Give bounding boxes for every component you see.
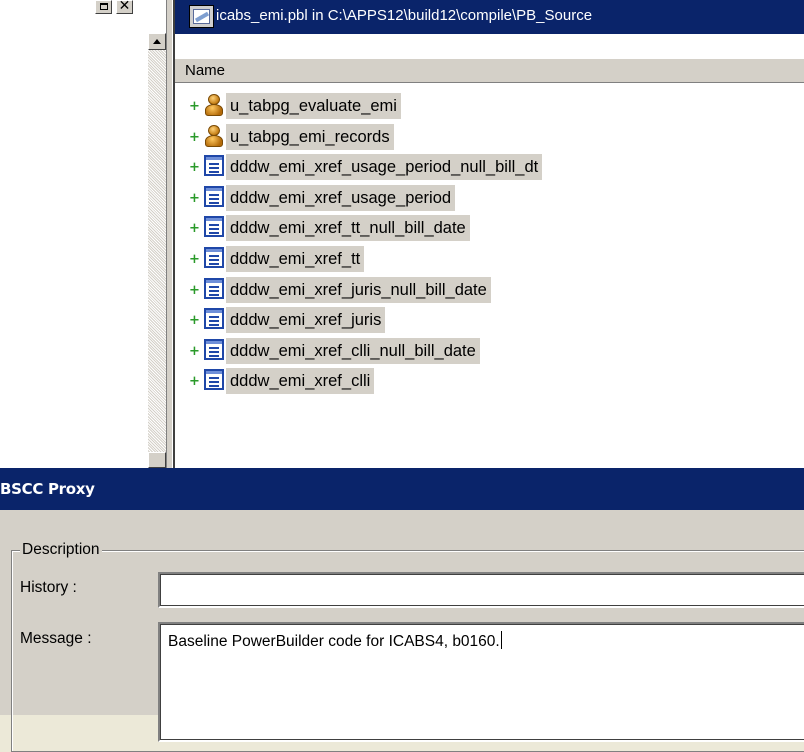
list-item[interactable]: + dddw_emi_xref_usage_period_null_bill_dt <box>175 151 804 181</box>
left-pane-topbar <box>0 0 166 12</box>
history-field[interactable] <box>158 572 804 608</box>
close-icon: ✕ <box>118 0 131 14</box>
list-item[interactable]: + dddw_emi_xref_clli <box>175 365 804 395</box>
object-name: dddw_emi_xref_tt <box>226 246 365 272</box>
text-caret <box>500 631 502 649</box>
expand-icon[interactable]: + <box>189 222 200 235</box>
left-tree-pane[interactable]: ✕ <box>0 0 166 468</box>
object-name: dddw_emi_xref_tt_null_bill_date <box>226 215 470 241</box>
expand-icon[interactable]: + <box>189 253 200 266</box>
description-group-label: Description <box>20 540 102 560</box>
maximize-icon <box>100 3 108 10</box>
datawindow-icon <box>203 338 225 362</box>
message-label: Message : <box>20 630 92 647</box>
arrow-up-icon <box>153 39 161 44</box>
column-header-label: Name <box>185 62 226 79</box>
list-item[interactable]: + u_tabpg_evaluate_emi <box>175 90 804 120</box>
expand-icon[interactable]: + <box>189 375 200 388</box>
expand-icon[interactable]: + <box>189 345 200 358</box>
list-item[interactable]: + dddw_emi_xref_tt_null_bill_date <box>175 212 804 242</box>
object-name: u_tabpg_evaluate_emi <box>226 93 401 119</box>
library-title: icabs_emi.pbl in C:\APPS12\build12\compi… <box>216 7 593 24</box>
user-object-icon <box>203 93 225 117</box>
library-painter-pane[interactable]: icabs_emi.pbl in C:\APPS12\build12\compi… <box>173 0 804 468</box>
object-name: dddw_emi_xref_usage_period <box>226 185 456 211</box>
maximize-button[interactable] <box>95 0 112 14</box>
expand-icon[interactable]: + <box>189 192 200 205</box>
proxy-dialog-body: Description History : Message : Baseline… <box>0 510 804 752</box>
object-name: dddw_emi_xref_juris <box>226 307 386 333</box>
scroll-down-button[interactable] <box>148 452 166 468</box>
datawindow-icon <box>203 154 225 178</box>
dialog-title: BSCC Proxy <box>0 480 95 498</box>
scroll-up-button[interactable] <box>148 33 166 50</box>
list-item[interactable]: + dddw_emi_xref_juris <box>175 304 804 334</box>
expand-icon[interactable]: + <box>189 161 200 174</box>
datawindow-icon <box>203 246 225 270</box>
list-item[interactable]: + u_tabpg_emi_records <box>175 121 804 151</box>
message-value: Baseline PowerBuilder code for ICABS4, b… <box>168 633 500 650</box>
object-name: dddw_emi_xref_clli_null_bill_date <box>226 338 480 364</box>
expand-icon[interactable]: + <box>189 100 200 113</box>
pane-splitter[interactable] <box>166 0 173 468</box>
object-name: dddw_emi_xref_juris_null_bill_date <box>226 277 491 303</box>
close-button[interactable]: ✕ <box>116 0 133 14</box>
library-titlebar: icabs_emi.pbl in C:\APPS12\build12\compi… <box>175 0 804 34</box>
library-icon <box>189 5 214 28</box>
datawindow-icon <box>203 307 225 331</box>
datawindow-icon <box>203 185 225 209</box>
object-name: u_tabpg_emi_records <box>226 124 394 150</box>
list-item[interactable]: + dddw_emi_xref_clli_null_bill_date <box>175 335 804 365</box>
list-item[interactable]: + dddw_emi_xref_usage_period <box>175 182 804 212</box>
user-object-icon <box>203 124 225 148</box>
message-field[interactable]: Baseline PowerBuilder code for ICABS4, b… <box>158 622 804 742</box>
datawindow-icon <box>203 215 225 239</box>
datawindow-icon <box>203 277 225 301</box>
column-header-name[interactable]: Name <box>175 58 804 83</box>
history-label: History : <box>20 579 77 596</box>
expand-icon[interactable]: + <box>189 314 200 327</box>
proxy-dialog-titlebar: BSCC Proxy <box>0 468 804 510</box>
object-name: dddw_emi_xref_usage_period_null_bill_dt <box>226 154 543 180</box>
datawindow-icon <box>203 368 225 392</box>
expand-icon[interactable]: + <box>189 131 200 144</box>
object-name: dddw_emi_xref_clli <box>226 368 375 394</box>
vertical-scrollbar[interactable] <box>148 33 166 468</box>
list-item[interactable]: + dddw_emi_xref_juris_null_bill_date <box>175 274 804 304</box>
expand-icon[interactable]: + <box>189 284 200 297</box>
list-item[interactable]: + dddw_emi_xref_tt <box>175 243 804 273</box>
